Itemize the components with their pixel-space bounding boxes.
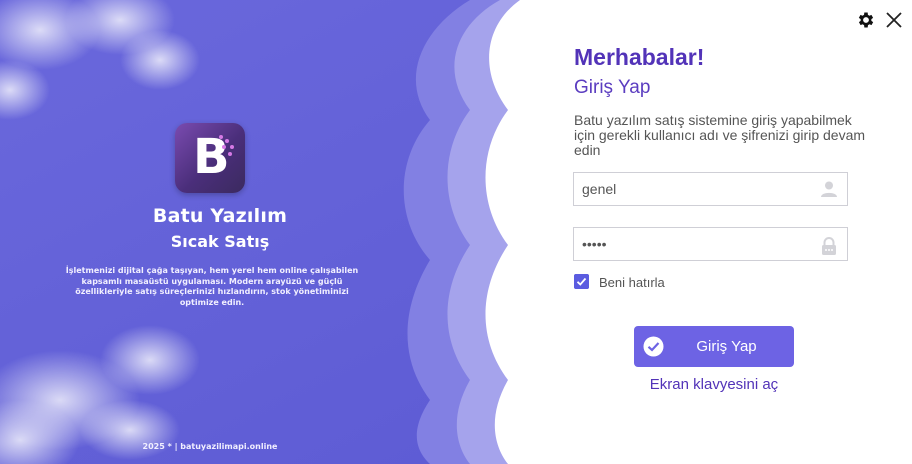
password-field[interactable]: [573, 227, 848, 261]
footer-text: 2025 * | batuyazilimapi.online: [142, 442, 278, 451]
username-field[interactable]: [573, 172, 848, 206]
user-icon: [821, 181, 837, 197]
login-button[interactable]: Giriş Yap: [634, 326, 794, 367]
password-input[interactable]: [582, 228, 812, 260]
brand-title: Batu Yazılım: [152, 205, 288, 227]
welcome-heading: Merhabalar!: [574, 44, 705, 70]
app-logo: B: [175, 123, 245, 193]
on-screen-keyboard-link[interactable]: Ekran klavyesini aç: [634, 376, 794, 393]
brand-description: İşletmenizi dijital çağa taşıyan, hem ye…: [65, 266, 359, 307]
remember-label: Beni hatırla: [599, 275, 665, 290]
username-input[interactable]: [582, 173, 812, 205]
login-window: B Batu Yazılım Sıcak Satış İşletmenizi d…: [0, 0, 912, 464]
remember-checkbox[interactable]: [574, 274, 589, 289]
brand-subtitle: Sıcak Satış: [170, 232, 270, 251]
close-icon[interactable]: [884, 10, 904, 30]
lock-icon: [822, 237, 836, 255]
login-button-label: Giriş Yap: [696, 338, 757, 355]
gear-icon[interactable]: [856, 10, 876, 30]
logo-letter: B: [193, 129, 230, 185]
login-instructions: Batu yazılım satış sistemine giriş yapab…: [574, 112, 866, 158]
login-heading: Giriş Yap: [574, 77, 651, 98]
